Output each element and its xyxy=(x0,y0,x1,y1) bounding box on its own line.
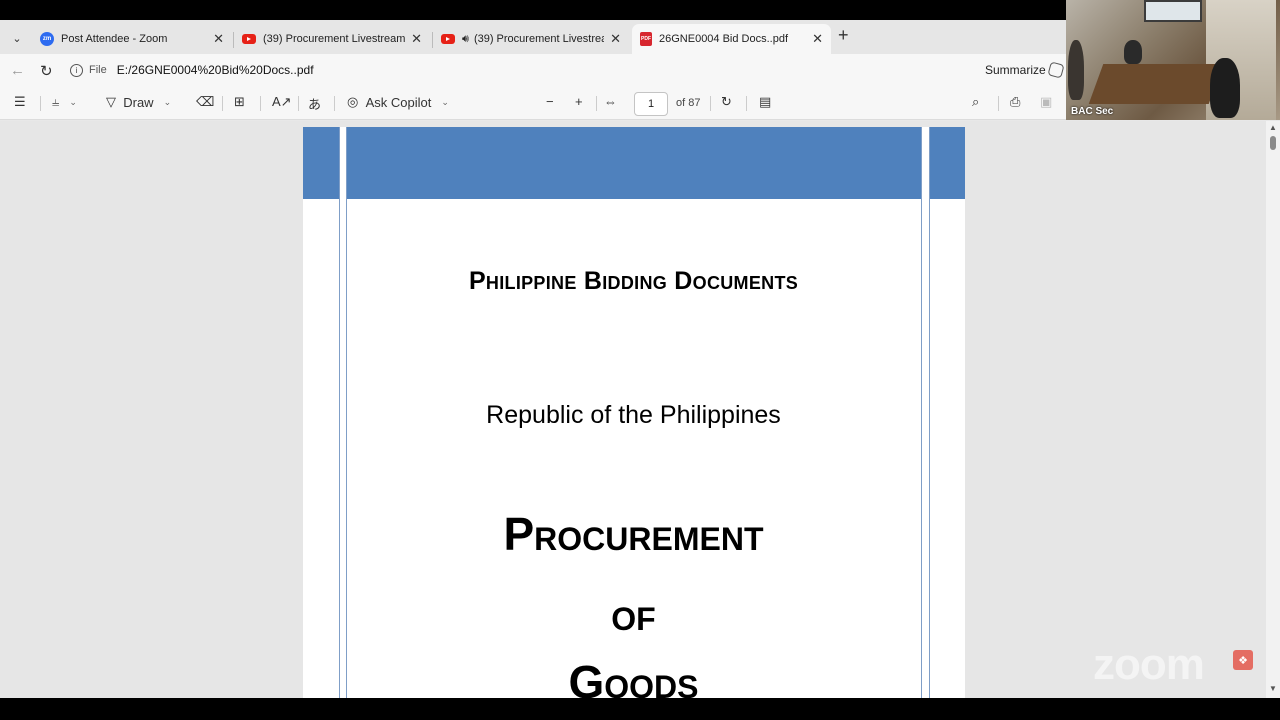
tab-title: (39) Procurement Livestream for D xyxy=(263,33,406,45)
add-text-icon[interactable]: ⊞ xyxy=(234,94,245,110)
toolbar-divider xyxy=(710,96,711,111)
scroll-up-arrow-icon[interactable]: ▲ xyxy=(1269,123,1277,132)
page-view-icon[interactable]: ▤ xyxy=(759,94,771,110)
scroll-thumb[interactable] xyxy=(1270,136,1276,150)
toolbar-divider xyxy=(334,96,335,111)
vertical-scrollbar[interactable]: ▲ ▼ xyxy=(1266,121,1280,698)
webcam-video-tile[interactable]: BAC Sec xyxy=(1066,0,1280,120)
refresh-icon[interactable]: ↻ xyxy=(40,62,53,80)
chevron-down-icon[interactable]: ⌄ xyxy=(164,97,172,108)
tab-procurement-livestream-2[interactable]: 🔊︎ (39) Procurement Livestream ✕ xyxy=(433,24,629,54)
pdf-toolbar: ☰ ⫨ ⌄ ▽ Draw ⌄ ⌫ ⊞ A↗ あ ◎ Ask Copilot ⌄ − +… xyxy=(0,87,1066,120)
toolbar-divider xyxy=(596,96,597,111)
webcam-person xyxy=(1124,40,1142,64)
page-number-input[interactable]: 1 xyxy=(634,92,668,116)
contents-list-icon[interactable]: ☰ xyxy=(14,94,26,110)
print-icon[interactable]: ⎙ xyxy=(1010,94,1020,110)
page-count: of 87 xyxy=(676,97,701,109)
copilot-icon: ◎ xyxy=(347,94,359,109)
save-icon[interactable]: ▣ xyxy=(1040,94,1052,110)
new-tab-button[interactable]: + xyxy=(838,25,849,46)
youtube-icon xyxy=(242,34,256,44)
scroll-down-arrow-icon[interactable]: ▼ xyxy=(1269,684,1277,693)
zoom-in-icon[interactable]: + xyxy=(575,94,583,109)
tab-actions-menu-button[interactable]: ⌄ xyxy=(5,27,29,49)
fit-width-icon[interactable]: ⇔ xyxy=(604,94,617,109)
page-banner xyxy=(346,127,921,199)
toolbar-divider xyxy=(998,96,999,111)
zoom-watermark: zoom xyxy=(1093,640,1205,689)
draw-label: Draw xyxy=(123,94,154,110)
page-number-value: 1 xyxy=(647,98,655,110)
search-icon[interactable]: ⌕ xyxy=(972,94,979,110)
browser-window: ⌄ zm Post Attendee - Zoom ✕ (39) Procure… xyxy=(0,0,1280,720)
tab-title: 26GNE0004 Bid Docs..pdf xyxy=(659,33,789,45)
page-border-line xyxy=(921,127,922,698)
webcam-background xyxy=(1144,0,1202,22)
page-border-line xyxy=(339,127,340,698)
address-bar[interactable]: i File E:/26GNE0004%20Bid%20Docs..pdf xyxy=(64,58,964,82)
document-title-line: Goods xyxy=(568,656,699,698)
webcam-person xyxy=(1210,58,1240,118)
close-icon[interactable]: ✕ xyxy=(213,31,224,47)
pdf-icon: ❖ xyxy=(1233,650,1253,670)
summarize-button[interactable]: Summarize xyxy=(985,61,1065,79)
pdf-icon: PDF xyxy=(640,32,652,46)
chevron-down-icon: ⌄ xyxy=(12,32,22,45)
ask-copilot-label: Ask Copilot xyxy=(365,94,432,110)
document-subtitle: Republic of the Philippines xyxy=(486,401,781,429)
tab-post-attendee-zoom[interactable]: zm Post Attendee - Zoom ✕ xyxy=(32,24,232,54)
plus-icon: + xyxy=(838,25,849,45)
highlighter-icon: ⫨ xyxy=(52,94,60,109)
tab-procurement-livestream-1[interactable]: (39) Procurement Livestream for D ✕ xyxy=(234,24,430,54)
toolbar-divider xyxy=(298,96,299,111)
close-icon[interactable]: ✕ xyxy=(812,31,823,47)
url-text[interactable]: E:/26GNE0004%20Bid%20Docs..pdf xyxy=(117,63,314,77)
webcam-person xyxy=(1068,40,1084,100)
back-arrow-icon[interactable]: ← xyxy=(10,62,25,79)
pdf-page: Philippine Bidding Documents Republic of… xyxy=(303,127,965,698)
webcam-background xyxy=(1088,64,1224,104)
info-icon[interactable]: i xyxy=(70,63,83,77)
address-bar-row: ← ↻ i File E:/26GNE0004%20Bid%20Docs..pd… xyxy=(0,54,1066,87)
summarize-label: Summarize xyxy=(985,63,1046,77)
ask-copilot-button[interactable]: ◎ Ask Copilot ⌄ xyxy=(347,94,449,110)
close-icon[interactable]: ✕ xyxy=(411,31,422,47)
chevron-down-icon[interactable]: ⌄ xyxy=(69,97,77,108)
page-banner-right xyxy=(929,127,965,199)
highlight-button[interactable]: ⫨ ⌄ xyxy=(52,94,77,110)
translate-icon[interactable]: あ xyxy=(308,94,321,113)
document-title-line: of xyxy=(611,588,656,640)
close-icon[interactable]: ✕ xyxy=(610,31,621,47)
screen-bottom-bar xyxy=(0,698,1280,720)
rotate-icon[interactable]: ↻ xyxy=(721,94,732,110)
tab-title: (39) Procurement Livestream xyxy=(473,33,605,45)
zoom-icon: zm xyxy=(40,32,54,46)
page-border-line xyxy=(929,127,930,698)
document-title-line: Procurement xyxy=(503,508,764,560)
toolbar-divider xyxy=(222,96,223,111)
document-heading: Philippine Bidding Documents xyxy=(468,267,799,295)
page-banner-left xyxy=(303,127,339,199)
eraser-icon[interactable]: ⌫ xyxy=(196,94,214,110)
file-scheme-label: File xyxy=(89,64,107,76)
tab-title: Post Attendee - Zoom xyxy=(61,33,168,45)
pen-icon: ▽ xyxy=(106,94,116,109)
chevron-down-icon[interactable]: ⌄ xyxy=(441,97,449,108)
draw-button[interactable]: ▽ Draw ⌄ xyxy=(106,94,171,110)
participant-name-label: BAC Sec xyxy=(1071,106,1114,117)
youtube-icon xyxy=(441,34,455,44)
toolbar-divider xyxy=(40,96,41,111)
pdf-viewer[interactable]: Philippine Bidding Documents Republic of… xyxy=(0,121,1266,698)
copilot-icon xyxy=(1047,61,1065,79)
toolbar-divider xyxy=(260,96,261,111)
speaker-icon[interactable]: 🔊︎ xyxy=(462,33,469,46)
toolbar-divider xyxy=(746,96,747,111)
zoom-out-icon[interactable]: − xyxy=(546,94,554,109)
read-aloud-icon[interactable]: A↗ xyxy=(272,94,292,110)
tab-bid-docs-pdf[interactable]: PDF 26GNE0004 Bid Docs..pdf ✕ xyxy=(632,24,831,54)
